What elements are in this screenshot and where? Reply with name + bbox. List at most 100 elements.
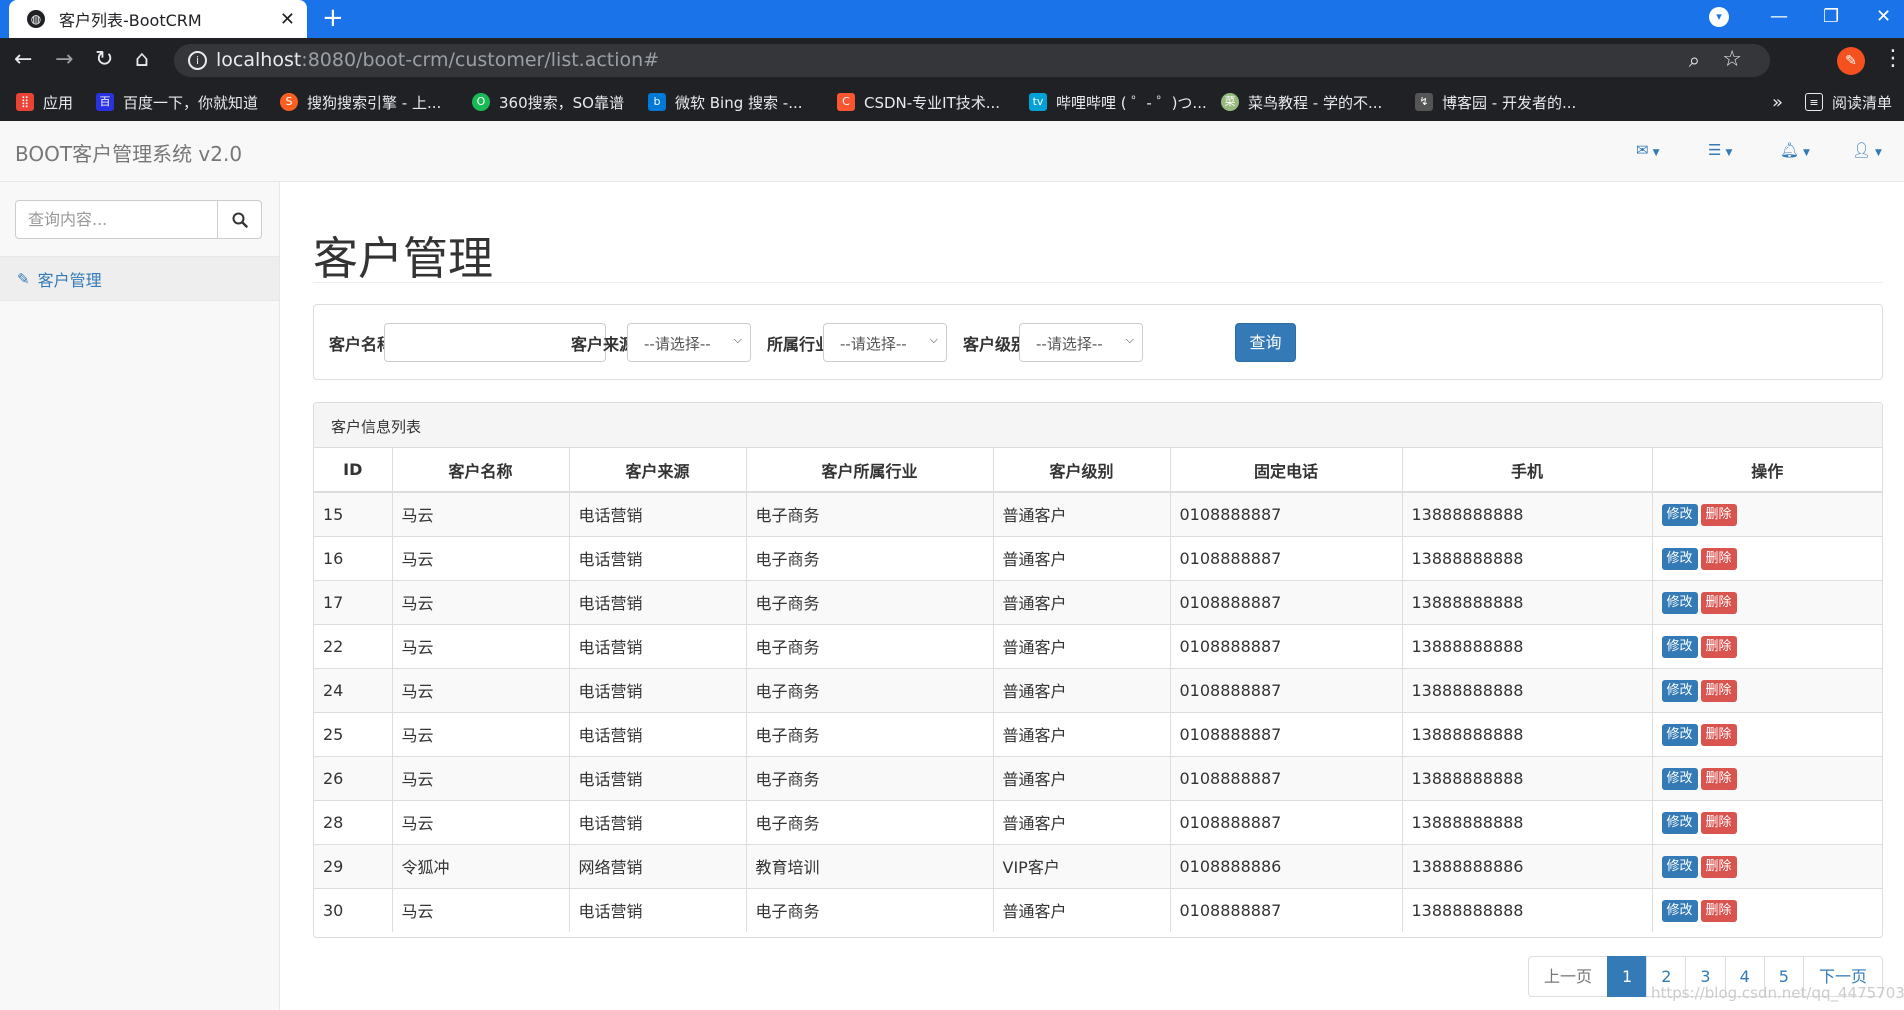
table-cell: 马云 [392, 667, 570, 712]
bookmark-sogou[interactable]: S 搜狗搜索引擎 - 上... [280, 91, 441, 113]
watermark: https://blog.csdn.net/qq_44757034 [1651, 984, 1904, 1002]
table-cell: 13888888888 [1402, 491, 1653, 536]
main-content: 客户管理 客户名称 客户来源 --请选择-- ⌵ 所属行业 --请选择-- ⌵ … [280, 182, 1904, 1010]
bookmarks-overflow[interactable]: » [1772, 91, 1783, 113]
edit-button[interactable]: 修改 [1661, 723, 1698, 746]
table-cell: 13888888888 [1402, 623, 1653, 668]
sidebar-search-input[interactable] [16, 201, 219, 238]
bookmark-csdn[interactable]: C CSDN-专业IT技术... [837, 91, 1000, 113]
table-cell: 13888888886 [1402, 843, 1653, 888]
column-header[interactable]: 手机 [1402, 448, 1653, 493]
back-icon[interactable]: ← [14, 46, 32, 74]
delete-button[interactable]: 删除 [1700, 899, 1737, 922]
url-text[interactable]: localhost:8080/boot-crm/customer/list.ac… [216, 49, 659, 71]
home-icon[interactable]: ⌂ [135, 46, 149, 74]
forward-icon[interactable]: → [55, 46, 73, 74]
bookmark-baidu[interactable]: 百 百度一下，你就知道 [96, 91, 258, 113]
table-cell: 电子商务 [746, 755, 994, 800]
profile-avatar[interactable]: ✎ [1837, 47, 1865, 75]
industry-select[interactable]: --请选择-- ⌵ [823, 323, 947, 362]
table-cell: 马云 [392, 623, 570, 668]
minimize-icon[interactable]: — [1770, 6, 1788, 27]
edit-button[interactable]: 修改 [1661, 547, 1698, 570]
column-header[interactable]: 操作 [1652, 448, 1882, 493]
table-cell: 马云 [392, 579, 570, 624]
bilibili-icon: tv [1029, 93, 1047, 111]
edit-button[interactable]: 修改 [1661, 855, 1698, 878]
edit-button[interactable]: 修改 [1661, 591, 1698, 614]
edit-button[interactable]: 修改 [1661, 679, 1698, 702]
delete-button[interactable]: 删除 [1700, 811, 1737, 834]
column-header[interactable]: ID [314, 448, 393, 493]
actions-cell: 修改 删除 [1652, 711, 1882, 756]
browser-tab-active[interactable]: ◍ 客户列表-BootCRM ✕ [9, 0, 307, 38]
table-cell: 22 [314, 623, 393, 668]
prev-page-button[interactable]: 上一页 [1528, 956, 1609, 997]
sidebar-search-button[interactable] [217, 201, 261, 238]
caret-down-icon: ▼ [1652, 148, 1660, 158]
customer-level-label: 客户级别 [963, 335, 1028, 354]
app-navbar: BOOT客户管理系统 v2.0 ✉ ▼ ☰ ▼ 🔔︎ ▼ 👤︎ ▼ [0, 121, 1904, 182]
site-info-icon[interactable]: i [188, 51, 207, 70]
table-cell: 电子商务 [746, 579, 994, 624]
delete-button[interactable]: 删除 [1700, 591, 1737, 614]
reload-icon[interactable]: ↻ [95, 46, 113, 74]
window-close-icon[interactable]: ✕ [1876, 6, 1891, 27]
customer-source-select[interactable]: --请选择-- ⌵ [627, 323, 751, 362]
table-body: 15 马云 电话营销 电子商务 普通客户 0108888887 13888888888 修改删… [314, 491, 1882, 932]
reading-list[interactable]: ≡ 阅读清单 [1805, 91, 1892, 113]
actions-cell: 修改 删除 [1652, 623, 1882, 668]
bookmark-apps[interactable]: ⣿ 应用 [16, 91, 73, 113]
messages-dropdown[interactable]: ✉ ▼ [1636, 141, 1660, 159]
industry-label: 所属行业 [767, 335, 832, 354]
table-cell: 网络营销 [569, 843, 747, 888]
delete-button[interactable]: 删除 [1700, 503, 1737, 526]
browser-menu-icon[interactable]: ⋮ [1882, 46, 1904, 71]
column-header[interactable]: 客户所属行业 [746, 448, 994, 493]
bookmark-runoob[interactable]: 菜 菜鸟教程 - 学的不... [1221, 91, 1382, 113]
edit-button[interactable]: 修改 [1661, 899, 1698, 922]
page-button[interactable]: 1 [1607, 956, 1648, 997]
delete-button[interactable]: 删除 [1700, 855, 1737, 878]
table-cell: 0108888886 [1170, 843, 1403, 888]
bing-icon: b [648, 93, 666, 111]
table-cell: 马云 [392, 887, 570, 932]
delete-button[interactable]: 删除 [1700, 767, 1737, 790]
sidebar-item-customer-management[interactable]: ✎ 客户管理 [0, 256, 279, 301]
alerts-dropdown[interactable]: 🔔︎ ▼ [1780, 141, 1810, 159]
delete-button[interactable]: 删除 [1700, 679, 1737, 702]
delete-button[interactable]: 删除 [1700, 547, 1737, 570]
table-cell: 0108888887 [1170, 579, 1403, 624]
zoom-icon[interactable]: ⌕ [1689, 48, 1700, 72]
envelope-icon: ✉ [1636, 141, 1649, 159]
table-cell: 0108888887 [1170, 535, 1403, 580]
table-cell: 电话营销 [569, 491, 747, 536]
edit-button[interactable]: 修改 [1661, 503, 1698, 526]
tasks-dropdown[interactable]: ☰ ▼ [1708, 141, 1732, 159]
table-cell: 30 [314, 887, 393, 932]
bookmark-bilibili[interactable]: tv 哔哩哔哩 ( ゜- ゜)つ... [1029, 91, 1207, 113]
restore-icon[interactable]: ❐ [1823, 6, 1839, 27]
bookmark-bing[interactable]: b 微软 Bing 搜索 -... [648, 91, 803, 113]
delete-button[interactable]: 删除 [1700, 635, 1737, 658]
bookmark-star-icon[interactable]: ☆ [1722, 47, 1742, 72]
customer-level-select[interactable]: --请选择-- ⌵ [1019, 323, 1143, 362]
column-header[interactable]: 客户级别 [993, 448, 1171, 493]
user-dropdown[interactable]: 👤︎ ▼ [1852, 141, 1882, 159]
address-bar[interactable]: i localhost:8080/boot-crm/customer/list.… [174, 44, 1770, 77]
tab-close-icon[interactable]: ✕ [280, 9, 295, 30]
column-header[interactable]: 客户名称 [392, 448, 570, 493]
brand-title[interactable]: BOOT客户管理系统 v2.0 [15, 138, 242, 167]
tab-search-icon[interactable]: ▾ [1709, 7, 1729, 27]
edit-button[interactable]: 修改 [1661, 767, 1698, 790]
new-tab-icon[interactable]: + [322, 4, 344, 32]
column-header[interactable]: 固定电话 [1170, 448, 1403, 493]
edit-button[interactable]: 修改 [1661, 635, 1698, 658]
edit-button[interactable]: 修改 [1661, 811, 1698, 834]
query-button[interactable]: 查询 [1235, 323, 1296, 362]
table-cell: 电子商务 [746, 667, 994, 712]
bookmark-cnblogs[interactable]: ↯ 博客园 - 开发者的... [1415, 91, 1576, 113]
bookmark-360[interactable]: O 360搜索，SO靠谱 [472, 91, 624, 113]
column-header[interactable]: 客户来源 [569, 448, 747, 493]
delete-button[interactable]: 删除 [1700, 723, 1737, 746]
